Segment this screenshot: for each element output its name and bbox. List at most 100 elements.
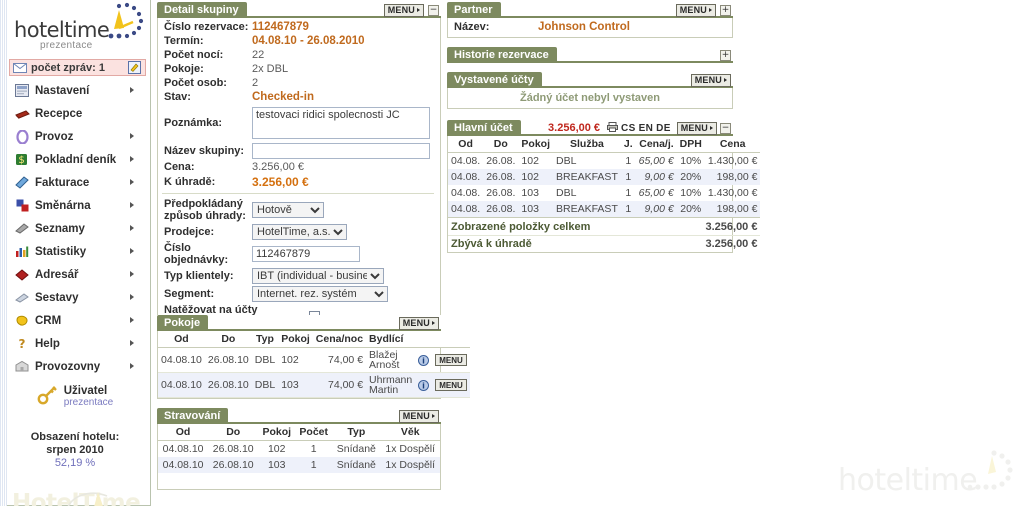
issued-accounts-body: Žádný účet nebyl vystaven [447,88,733,109]
detail-row: Číslo rezervace: 112467879 [158,20,438,34]
issued-accounts-menu-button[interactable]: MENU [690,73,731,87]
sidebar-item-provoz[interactable]: Provoz [0,125,150,148]
column-header: DPH [676,136,705,153]
main-account-collapse-button[interactable]: − [720,122,731,134]
sidebar-item-crm[interactable]: CRM [0,309,150,332]
segment-select[interactable]: Internet. rez. systém [252,286,388,302]
group-detail-menu-button[interactable]: MENU [383,3,424,17]
detail-row: Počet nocí: 22 [158,48,438,62]
cell-vat: 20% [676,169,705,185]
triangle-right-icon [710,126,713,130]
chevron-right-icon [130,87,134,93]
cell-unit-price: 9,00 € [635,169,677,185]
cell-from: 04.08. [451,187,481,199]
partner-name-value[interactable]: Johnson Control [538,21,630,33]
field-label: Číslo rezervace: [164,21,249,33]
cell-to: 26.08.10 [212,443,254,455]
chevron-right-icon [130,294,134,300]
message-count-bar[interactable]: počet zpráv: 1 [9,59,146,76]
table-row[interactable]: 04.08. 26.08. 103 DBL 1 65,00 € 10% 1.43… [448,185,760,201]
partner-menu-button[interactable]: MENU [675,3,716,17]
sidebar-item-fakturace[interactable]: Fakturace [0,171,150,194]
group-detail-collapse-button[interactable]: − [428,4,439,16]
order-number-row: Číslo objednávky: [158,241,438,267]
table-row[interactable]: 04.08.10 26.08.10 DBL 102 74,00 € Blažej… [158,347,470,373]
total-value: 3.256,00 € [676,217,761,236]
chevron-right-icon [130,225,134,231]
watermark-clock-icon [967,450,1013,490]
field-value: 112467879 [252,21,309,33]
app-root: hoteltime hoteltime prezentace počet zpr… [0,0,1024,506]
total-label: Zobrazené položky celkem [451,221,591,233]
issued-accounts-header: Vystavené účty MENU [447,72,733,88]
sidebar-item-provozovny[interactable]: Provozovny [0,355,150,378]
app-logo[interactable]: hoteltime prezentace [0,0,150,58]
cell-to: 26.08. [486,187,516,199]
table-row[interactable]: 04.08. 26.08. 102 DBL 1 65,00 € 10% 1.43… [448,153,760,170]
payment-method-label: Předpokládaný způsob úhrady: [164,198,246,222]
sidebar-item-adresar[interactable]: Adresář [0,263,150,286]
table-row[interactable]: 04.08.10 26.08.10 103 1 Snídaně 1x Dospě… [158,457,440,473]
cell-guest: Uhrmann Martin [366,372,416,398]
note-textarea[interactable]: testovaci ridici spolecnosti JC [252,107,430,139]
partner-name-label: Název: [454,21,490,33]
payment-method-select[interactable]: Hotově [252,202,324,218]
order-number-input[interactable] [252,246,360,262]
rooms-menu-button[interactable]: MENU [398,316,439,330]
cell-room: 102 [518,169,553,185]
partner-panel: Partner MENU + Název: Johnson Control [447,2,733,38]
triangle-right-icon [724,78,727,82]
sidebar-item-statistiky[interactable]: Statistiky [0,240,150,263]
row-menu-button[interactable]: MENU [432,372,470,398]
chevron-right-icon [130,340,134,346]
cell-room: 103 [258,457,296,473]
sidebar-footer-logo: HotelTime version: 3.4 [0,490,150,506]
user-block[interactable]: Uživatel prezentace [0,384,150,409]
field-label: Pokoje: [164,63,204,75]
row-menu-button[interactable]: MENU [432,347,470,373]
sidebar-item-pokladni-denik[interactable]: $ Pokladní deník [0,148,150,171]
sidebar-item-seznamy[interactable]: Seznamy [0,217,150,240]
main-account-menu-button[interactable]: MENU [676,121,717,135]
user-subtitle: prezentace [63,397,114,408]
sidebar-item-nastaveni[interactable]: Nastavení [0,79,150,102]
table-row[interactable]: 04.08.10 26.08.10 102 1 Snídaně 1x Dospě… [158,441,440,458]
partner-expand-button[interactable]: + [720,4,731,16]
order-number-label: Číslo objednávky: [164,242,229,266]
table-row[interactable]: 04.08.10 26.08.10 DBL 103 74,00 € Uhrman… [158,372,470,398]
table-row[interactable]: 04.08. 26.08. 102 BREAKFAST 1 9,00 € 20%… [448,169,761,185]
reservation-history-expand-button[interactable]: + [720,49,731,61]
column-header: Typ [251,331,279,348]
meals-menu-button[interactable]: MENU [398,409,439,423]
cell-price-per-night: 74,00 € [312,372,367,398]
sidebar-item-label: Provoz [35,130,74,143]
occupancy-value[interactable]: 52,19 % [0,457,150,470]
cell-units: 1 [625,155,632,167]
cell-vat: 10% [680,187,702,199]
edit-icon[interactable] [128,61,141,77]
print-icon[interactable] [607,121,619,135]
seller-select[interactable]: HotelTime, a.s. [252,224,347,240]
operations-icon [11,129,33,144]
sidebar: hoteltime prezentace počet zpráv: 1 Nast… [0,0,151,506]
info-icon[interactable]: i [415,372,433,398]
sidebar-item-sestavy[interactable]: Sestavy [0,286,150,309]
info-icon[interactable]: i [415,347,433,373]
cell-units: 1 [620,201,636,218]
client-type-select[interactable]: IBT (individual - business) [252,268,384,284]
group-detail-body: Číslo rezervace: 112467879 Termín: 04.08… [157,18,441,360]
occupancy-title: Obsazení hotelu: [30,431,120,443]
due-row: Zbývá k úhradě 3.256,00 € [448,235,761,252]
language-selector[interactable]: CS EN DE [621,123,671,134]
lists-icon [11,222,33,235]
sidebar-item-smenarna[interactable]: Směnárna [0,194,150,217]
table-row[interactable]: 04.08. 26.08. 103 BREAKFAST 1 9,00 € 20%… [448,201,761,218]
partner-name-row: Název: Johnson Control [448,20,732,34]
group-name-input[interactable] [252,143,430,159]
sidebar-item-help[interactable]: ? Help [0,332,150,355]
key-icon [37,384,59,409]
seller-label: Prodejce: [164,226,215,238]
column-header: Do [204,331,252,348]
sidebar-item-recepce[interactable]: Recepce [0,102,150,125]
due-value: 3.256,00 € [676,235,761,252]
